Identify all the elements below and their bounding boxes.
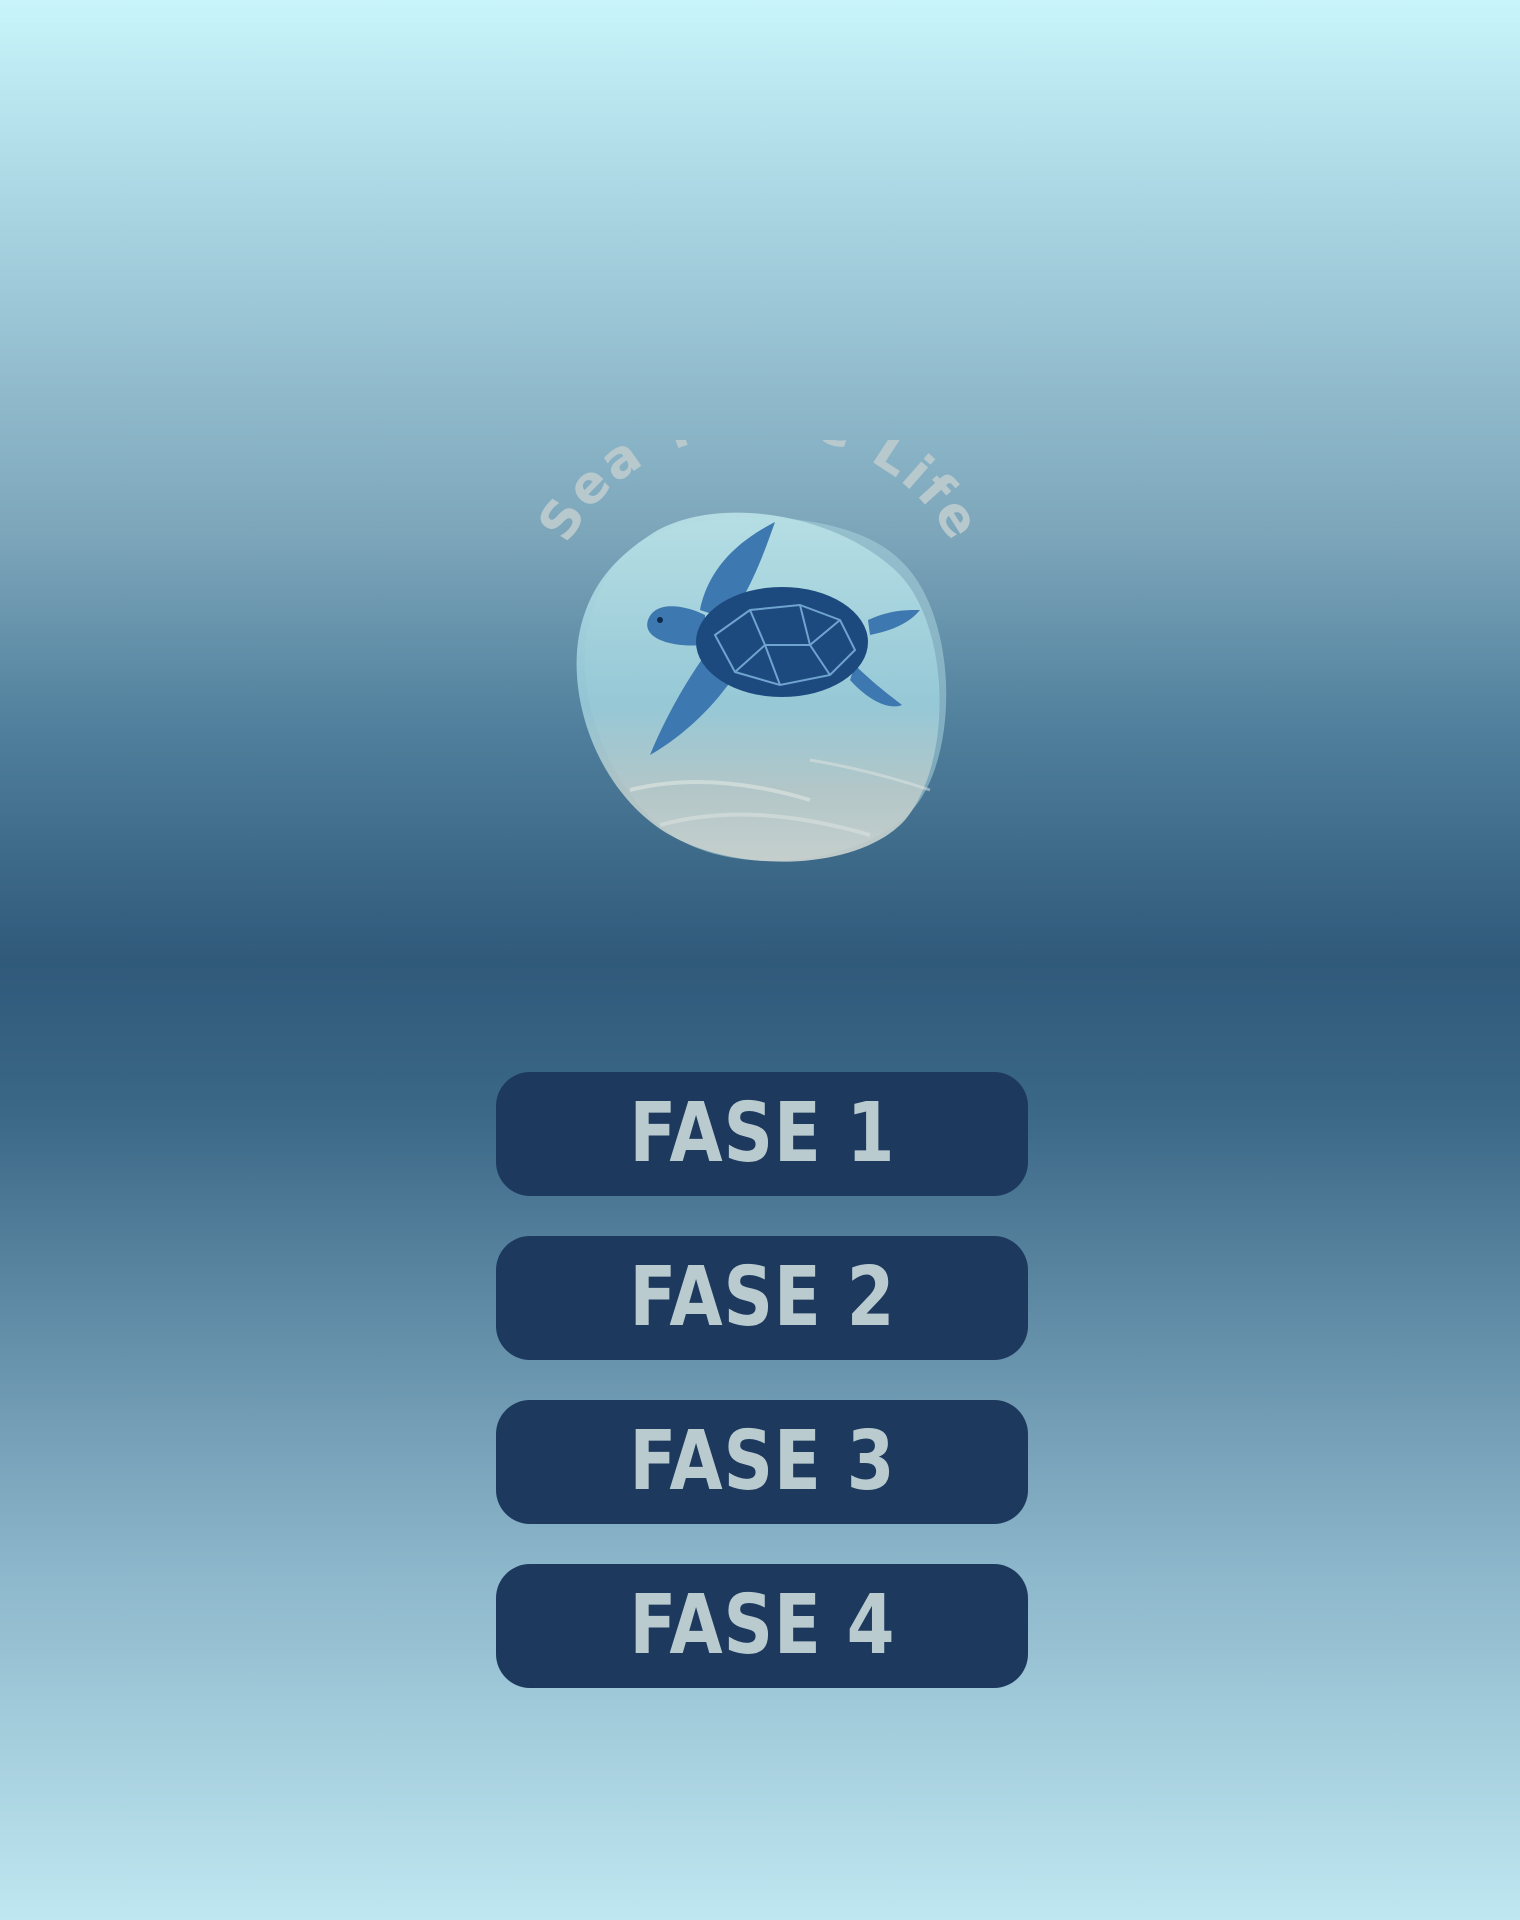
stage-3-button[interactable]: FASE 3 <box>496 1400 1028 1524</box>
stage-1-label: FASE 1 <box>628 1086 896 1181</box>
stage-2-button[interactable]: FASE 2 <box>496 1236 1028 1360</box>
game-logo: Sea Turtle Life <box>510 440 1010 920</box>
stage-2-label: FASE 2 <box>628 1250 896 1345</box>
stage-1-button[interactable]: FASE 1 <box>496 1072 1028 1196</box>
stage-4-label: FASE 4 <box>628 1578 896 1673</box>
sea-turtle-logo: Sea Turtle Life <box>527 440 990 862</box>
stage-4-button[interactable]: FASE 4 <box>496 1564 1028 1688</box>
stage-3-label: FASE 3 <box>628 1414 896 1509</box>
stage-select-menu: FASE 1 FASE 2 FASE 3 FASE 4 <box>496 1072 1028 1728</box>
